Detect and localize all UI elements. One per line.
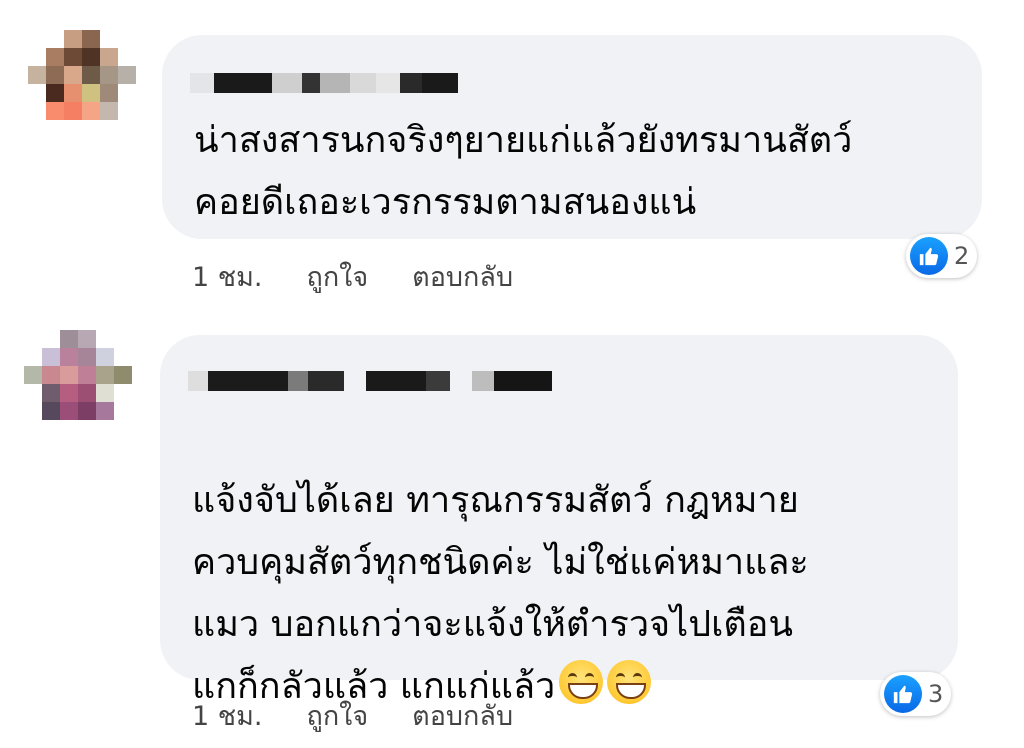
comment-actions: 1 ชม. ถูกใจ ตอบกลับ [192,694,513,737]
commenter-name-redacted[interactable] [190,73,458,93]
commenter-avatar[interactable] [28,30,136,138]
reaction-count: 2 [954,242,970,270]
comment-actions: 1 ชม. ถูกใจ ตอบกลับ [192,255,513,298]
like-button[interactable]: ถูกใจ [306,694,368,737]
commenter-avatar[interactable] [24,330,132,438]
comment-text: แจ้งจับได้เลย ทารุณกรรมสัตว์ กฎหมาย ควบค… [192,408,809,718]
comment-text-body: แจ้งจับได้เลย ทารุณกรรมสัตว์ กฎหมาย ควบค… [192,480,809,707]
reply-button[interactable]: ตอบกลับ [412,694,513,737]
reaction-count: 3 [928,680,944,708]
like-button[interactable]: ถูกใจ [306,255,368,298]
timestamp[interactable]: 1 ชม. [192,694,262,737]
like-icon [884,675,922,713]
reply-button[interactable]: ตอบกลับ [412,255,513,298]
timestamp[interactable]: 1 ชม. [192,255,262,298]
comment-bubble: น่าสงสารนกจริงๆยายแก่แล้วยังทรมานสัตว์ ค… [162,35,982,239]
grinning-face-icon [559,660,604,704]
comment-bubble: แจ้งจับได้เลย ทารุณกรรมสัตว์ กฎหมาย ควบค… [160,335,958,707]
like-icon [910,237,948,275]
reaction-count-badge[interactable]: 3 [880,672,952,716]
commenter-name-redacted[interactable] [188,371,552,391]
comment-text: น่าสงสารนกจริงๆยายแก่แล้วยังทรมานสัตว์ ค… [194,120,853,223]
reaction-count-badge[interactable]: 2 [906,234,978,278]
grinning-face-icon [607,660,652,704]
